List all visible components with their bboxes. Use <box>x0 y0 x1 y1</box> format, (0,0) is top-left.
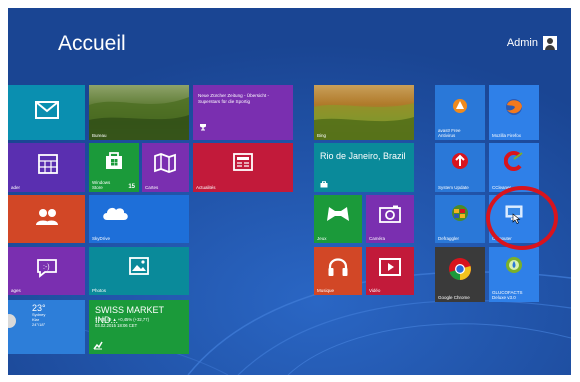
mouse-cursor-icon <box>512 211 521 229</box>
chrome-icon <box>448 257 472 281</box>
tile-label: Windows Store <box>92 180 111 190</box>
defraggler-icon <box>449 203 471 223</box>
bing-photo <box>314 103 414 140</box>
tile-maps[interactable]: Cartes <box>142 143 189 192</box>
camera-icon <box>379 205 401 223</box>
news-icon <box>233 153 253 171</box>
glucofacts-icon <box>504 255 524 277</box>
tile-skydrive[interactable]: SkyDrive <box>89 195 189 243</box>
store-bag-icon <box>104 150 124 170</box>
tile-music[interactable]: Musique <box>314 247 362 295</box>
tile-bing[interactable]: Bing <box>314 85 414 140</box>
tile-label: Google Chrome <box>438 295 470 300</box>
tile-label: Vidéo <box>369 288 381 293</box>
update-icon <box>450 151 470 171</box>
map-icon <box>154 153 176 173</box>
mail-icon <box>35 101 59 119</box>
video-icon <box>379 258 401 276</box>
highlight-circle <box>486 186 558 250</box>
tile-mail[interactable] <box>8 85 85 140</box>
headphones-icon <box>327 256 349 278</box>
tile-defraggler[interactable]: Defraggler <box>435 195 485 243</box>
user-account[interactable]: Admin <box>507 36 557 50</box>
finance-date: 03.02.2015 18:06 CET <box>95 322 138 328</box>
avatar <box>543 36 557 50</box>
firefox-icon <box>504 97 524 117</box>
tile-label: System Update <box>438 185 469 190</box>
tile-label: ages <box>11 288 21 293</box>
tile-people[interactable] <box>8 195 85 243</box>
store-badge: 15 <box>128 184 135 190</box>
finance-chart-icon <box>93 340 103 350</box>
tile-calendar[interactable]: ader <box>8 143 85 192</box>
avast-icon <box>450 97 470 115</box>
landscape-photo <box>89 97 189 140</box>
news-headline: Neue Zürcher Zeitung - Übersicht - Super… <box>198 93 269 104</box>
svg-text::-): :-) <box>43 264 50 271</box>
tile-label: SkyDrive <box>92 236 111 241</box>
tile-label: Cartes <box>145 185 159 190</box>
tile-label: Caméra <box>369 236 386 241</box>
messaging-icon: :-) <box>36 258 58 278</box>
photo-icon <box>129 257 149 275</box>
tile-camera[interactable]: Caméra <box>366 195 414 243</box>
tile-weather[interactable]: 23° Sydney Klar 24°/18° <box>8 300 85 354</box>
tile-label: Actualités <box>196 185 216 190</box>
tile-messaging[interactable]: :-) ages <box>8 247 85 295</box>
tile-label: Bureau <box>92 133 107 138</box>
start-screen: Accueil Admin ader :-) ages 23° Sydney K… <box>8 8 571 375</box>
tile-travel[interactable]: Rio de Janeiro, Brazil <box>314 143 414 192</box>
tile-label: Bing <box>317 133 327 138</box>
tile-label: avast! Free Antivirus <box>438 128 461 138</box>
travel-destination: Rio de Janeiro, Brazil <box>320 151 406 161</box>
tile-label: Jeux <box>317 236 327 241</box>
ccleaner-icon <box>504 151 524 171</box>
tile-chrome[interactable]: Google Chrome <box>435 247 485 302</box>
tile-label: GLUCOFACTS Deluxe v3.0 <box>492 290 523 300</box>
weather-sun-icon <box>8 314 16 328</box>
tile-label: ader <box>11 185 21 190</box>
tile-windows-store[interactable]: Windows Store 15 <box>89 143 139 192</box>
tile-finance[interactable]: SWISS MARKET IND... 7.795,49 ▲ +0,45% (+… <box>89 300 189 354</box>
tile-ccleaner[interactable]: CCleaner <box>489 143 539 192</box>
user-name: Admin <box>506 37 538 49</box>
tile-label: Musique <box>317 288 335 293</box>
tile-news[interactable]: Neue Zürcher Zeitung - Übersicht - Super… <box>193 85 293 140</box>
tile-desktop[interactable]: Bureau <box>89 85 189 140</box>
calendar-icon <box>38 154 58 174</box>
tile-games[interactable]: Jeux <box>314 195 362 243</box>
tile-avast[interactable]: avast! Free Antivirus <box>435 85 485 140</box>
suitcase-icon <box>320 181 328 188</box>
tile-system-update[interactable]: System Update <box>435 143 485 192</box>
tile-label: Defraggler <box>438 236 460 241</box>
tile-video[interactable]: Vidéo <box>366 247 414 295</box>
trophy-icon <box>199 123 207 131</box>
tile-firefox[interactable]: Mozilla Firefox <box>489 85 539 140</box>
tile-label: Mozilla Firefox <box>492 133 522 138</box>
finance-values: 7.795,49 ▲ +0,45% (+32,77) <box>95 317 149 322</box>
page-title: Accueil <box>58 32 126 55</box>
cloud-icon <box>101 205 129 221</box>
weather-range: 24°/18° <box>32 321 46 327</box>
tile-photos[interactable]: Photos <box>89 247 189 295</box>
tile-glucofacts[interactable]: GLUCOFACTS Deluxe v3.0 <box>489 247 539 302</box>
people-icon <box>35 207 59 227</box>
tile-actualites[interactable]: Actualités <box>193 143 293 192</box>
game-controller-icon <box>326 205 350 223</box>
tile-label: Photos <box>92 288 107 293</box>
